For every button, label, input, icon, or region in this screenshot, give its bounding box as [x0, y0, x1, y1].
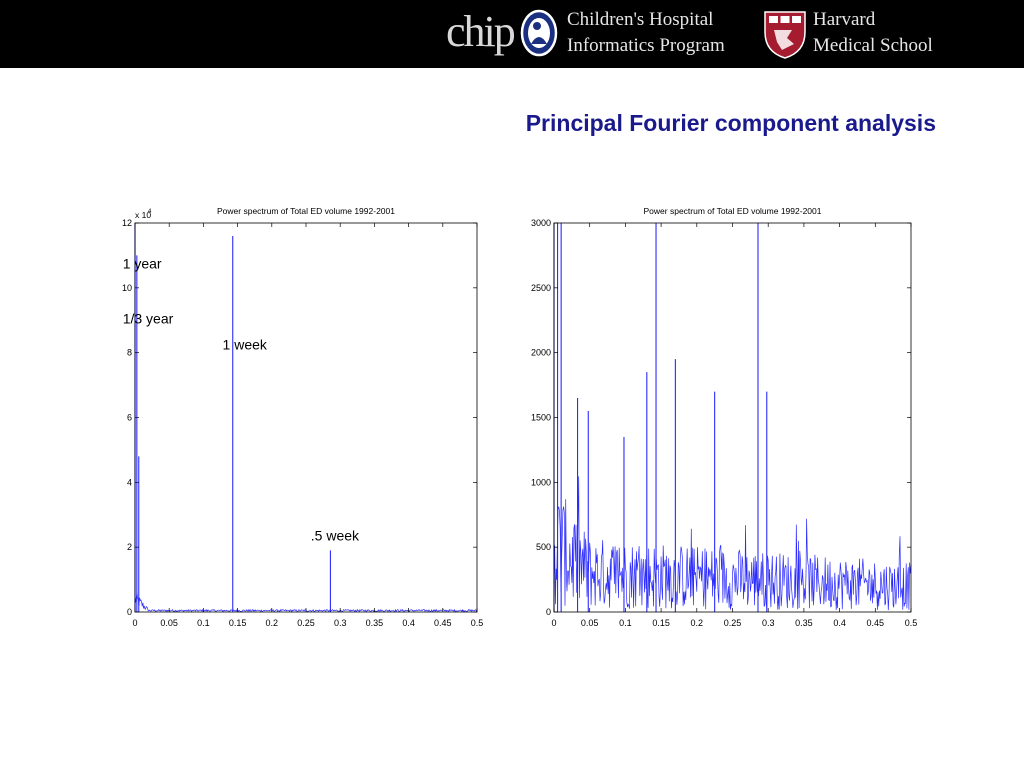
chart-title: Power spectrum of Total ED volume 1992-2… — [217, 206, 395, 216]
spectrum-line — [553, 476, 912, 611]
y-tick-label: 1000 — [531, 477, 551, 487]
peak-annotation: .5 week — [311, 528, 360, 544]
x-tick-label: 0.05 — [160, 618, 178, 628]
plot-frame — [134, 222, 478, 613]
plot-frame — [553, 222, 912, 613]
x-tick-label: 0.45 — [434, 618, 452, 628]
x-tick-label: 0 — [551, 618, 556, 628]
chart-2: Power spectrum of Total ED volume 1992-2… — [531, 206, 917, 628]
x-tick-label: 0.35 — [795, 618, 813, 628]
x-tick-label: 0.4 — [402, 618, 415, 628]
x-tick-label: 0.45 — [867, 618, 885, 628]
y-tick-label: 6 — [127, 413, 132, 423]
y-tick-label: 2000 — [531, 348, 551, 358]
charts-canvas: Power spectrum of Total ED volume 1992-2… — [122, 206, 917, 628]
x-tick-label: 0.5 — [905, 618, 918, 628]
y-tick-label: 12 — [122, 218, 132, 228]
x-tick-label: 0 — [132, 618, 137, 628]
chart-title: Power spectrum of Total ED volume 1992-2… — [644, 206, 822, 216]
x-tick-label: 0.25 — [297, 618, 315, 628]
peak-annotation: 1 year — [123, 255, 162, 271]
x-tick-label: 0.3 — [334, 618, 347, 628]
x-tick-label: 0.1 — [619, 618, 632, 628]
y-tick-label: 4 — [127, 477, 132, 487]
peak-annotation: 1 week — [223, 336, 268, 352]
y-tick-label: 10 — [122, 283, 132, 293]
x-tick-label: 0.05 — [581, 618, 599, 628]
y-tick-label: 500 — [536, 542, 551, 552]
y-tick-label: 2500 — [531, 283, 551, 293]
x-tick-label: 0.2 — [691, 618, 704, 628]
chart-1: Power spectrum of Total ED volume 1992-2… — [122, 206, 483, 628]
y-tick-label: 1500 — [531, 413, 551, 423]
y-exponent-power: 4 — [148, 209, 152, 215]
y-tick-label: 0 — [546, 607, 551, 617]
x-tick-label: 0.25 — [724, 618, 742, 628]
y-tick-label: 2 — [127, 542, 132, 552]
y-tick-label: 0 — [127, 607, 132, 617]
x-tick-label: 0.35 — [366, 618, 384, 628]
y-tick-label: 3000 — [531, 218, 551, 228]
y-tick-label: 8 — [127, 348, 132, 358]
peak-annotation: 1/3 year — [123, 310, 174, 326]
x-tick-label: 0.15 — [652, 618, 670, 628]
x-tick-label: 0.5 — [471, 618, 484, 628]
x-tick-label: 0.2 — [266, 618, 279, 628]
x-tick-label: 0.1 — [197, 618, 210, 628]
x-tick-label: 0.3 — [762, 618, 775, 628]
x-tick-label: 0.15 — [229, 618, 247, 628]
x-tick-label: 0.4 — [833, 618, 846, 628]
